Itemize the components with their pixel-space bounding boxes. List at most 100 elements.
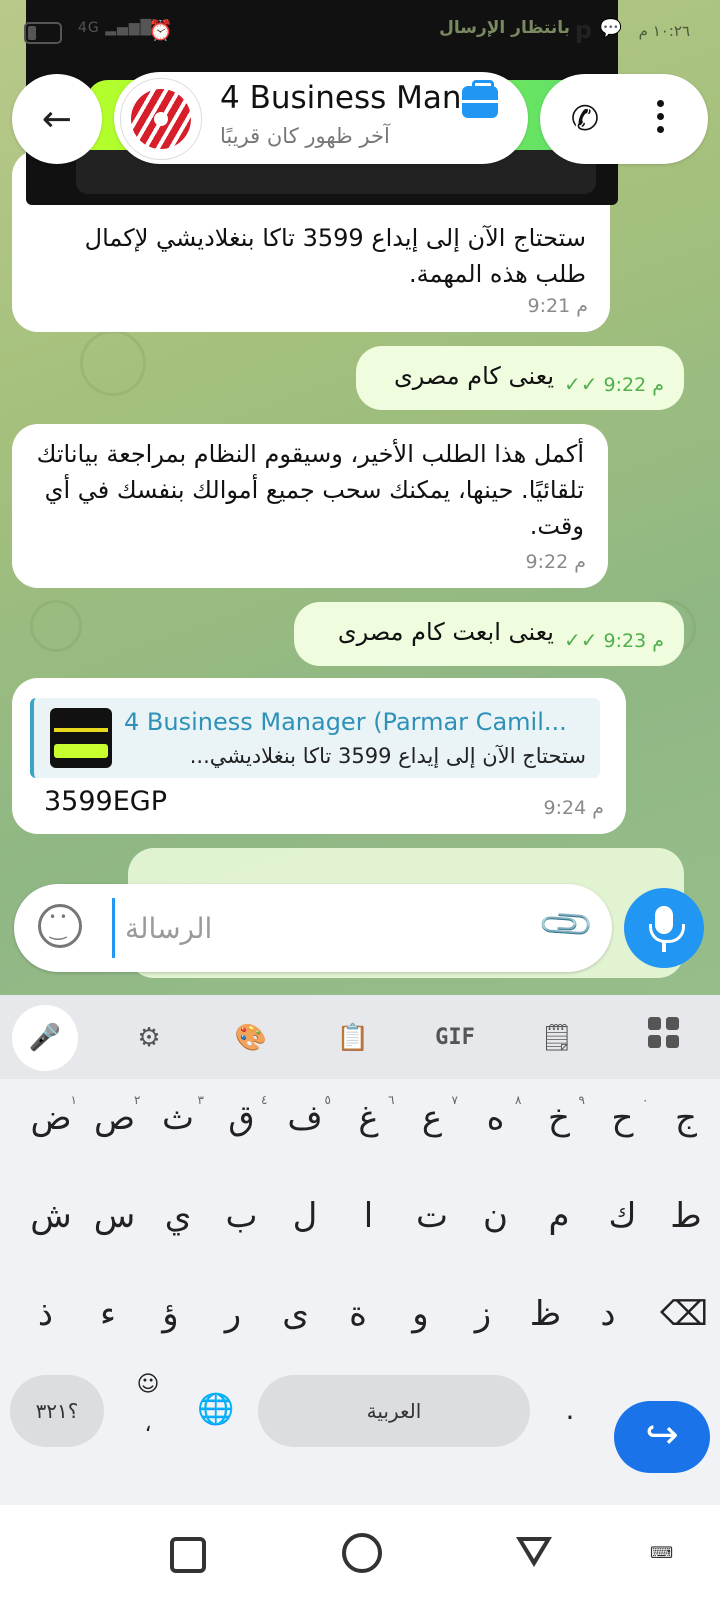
reply-quote[interactable]: 4 Business Manager (Parmar Camil... ستحت… [30,698,600,778]
message-bubble-incoming-reply[interactable]: 4 Business Manager (Parmar Camil... ستحت… [12,678,626,834]
message-input[interactable] [112,898,532,958]
waiting-label: بانتظار الإرسال [439,18,570,38]
chat-header[interactable]: 4 Business Manager آخر ظهور كان قريبًا [114,72,528,164]
key-hint: ٨ [515,1093,522,1107]
phone-icon: ✆ [570,99,600,139]
status-bar: 4G ▂▄▆█ ⏰ بانتظار الإرسال p 💬 ١٠:٢٦ م [0,8,720,54]
message-time-with-ticks: ✓✓ 9:23 م [564,622,664,659]
message-text: 3599EGP [44,786,167,817]
enter-key[interactable]: ↪ [614,1401,710,1473]
key[interactable]: ة [328,1279,388,1349]
avatar[interactable] [120,78,202,160]
key[interactable]: ك [593,1181,653,1251]
key[interactable]: غ٦ [339,1083,399,1153]
settings-gear-icon[interactable]: ⚙ [124,1013,174,1063]
key-hint: ٥ [324,1093,331,1107]
business-badge-icon [462,80,498,118]
key[interactable]: ع٧ [402,1083,462,1153]
message-bubble-outgoing[interactable]: يعنى كام مصرى ✓✓ 9:22 م [356,346,684,410]
navigation-bar: ⌨ [0,1505,720,1600]
key[interactable]: ي [148,1181,208,1251]
recent-apps-icon[interactable] [170,1537,206,1573]
key[interactable]: ؤ [141,1279,201,1349]
more-tools-grid-icon[interactable] [648,1017,684,1053]
emoji-button[interactable] [38,904,82,948]
battery-icon [24,22,62,44]
soft-keyboard: 🎤 ⚙ 🎨 📋 GIF 🗒 جح٠خ٩ه٨ع٧غ٦ف٥ق٤ث٣ص٢ض١ طكمن… [0,995,720,1505]
key[interactable]: ف٥ [275,1083,335,1153]
key[interactable]: خ٩ [529,1083,589,1153]
sticker-icon[interactable]: 🗒 [532,1013,582,1063]
voice-typing-mic-icon[interactable]: 🎤 [12,1005,78,1071]
key[interactable]: ظ [516,1279,576,1349]
smiley-icon: ☺ [136,1372,160,1397]
key[interactable]: م [529,1181,589,1251]
last-seen-status: آخر ظهور كان قريبًا [220,124,390,148]
key[interactable]: ر [203,1279,263,1349]
period-key[interactable]: . [540,1375,600,1445]
message-bubble-incoming[interactable]: أكمل هذا الطلب الأخير، وسيقوم النظام بمر… [12,424,608,588]
key[interactable]: س [85,1181,145,1251]
key-hint: ٧ [451,1093,458,1107]
key[interactable]: ء [78,1279,138,1349]
key[interactable]: ب [212,1181,272,1251]
key[interactable]: ض١ [21,1083,81,1153]
gif-button[interactable]: GIF [430,1013,480,1063]
chat-notification-icon: 💬 [599,18,622,39]
message-time: 9:24 م [543,797,604,819]
key[interactable]: ط [656,1181,716,1251]
key[interactable]: ذ [16,1279,76,1349]
comma-emoji-key[interactable]: ☺ ، [118,1365,178,1437]
key-hint: ١ [70,1093,77,1107]
key[interactable]: ث٣ [148,1083,208,1153]
background-doodle [80,330,146,396]
home-icon[interactable] [342,1533,382,1573]
call-button[interactable]: ✆ [560,94,610,144]
key[interactable]: ج [656,1083,716,1153]
key[interactable]: ل [275,1181,335,1251]
message-time: 9:21 م [527,295,588,317]
message-time: 9:22 م [603,374,664,396]
double-check-icon: ✓✓ [563,628,598,652]
back-button[interactable]: ← [12,74,102,164]
background-doodle [30,600,82,652]
message-time-with-ticks: ✓✓ 9:22 م [564,366,664,403]
header-actions: ✆ [540,74,708,164]
key[interactable]: ى [266,1279,326,1349]
key[interactable]: د [578,1279,638,1349]
backspace-key[interactable]: ⌫ [654,1279,714,1349]
key-hint: ٢ [134,1093,141,1107]
key[interactable]: ا [339,1181,399,1251]
signal-icon: 4G ▂▄▆█ [78,20,153,36]
key-hint: ٠ [642,1093,649,1107]
space-key[interactable]: العربية [258,1375,530,1447]
key[interactable]: ش [21,1181,81,1251]
keyboard-switch-icon[interactable]: ⌨ [650,1543,675,1562]
message-text: أكمل هذا الطلب الأخير، وسيقوم النظام بمر… [36,440,584,540]
theme-palette-icon[interactable]: 🎨 [226,1013,276,1063]
key[interactable]: ق٤ [212,1083,272,1153]
more-menu-button[interactable] [640,94,680,144]
alarm-icon: ⏰ [148,18,173,42]
key-hint: ٤ [261,1093,268,1107]
keyboard-toolbar: 🎤 ⚙ 🎨 📋 GIF 🗒 [0,995,720,1079]
key-hint: ٩ [578,1093,585,1107]
paperclip-icon[interactable]: 📎 [536,894,597,956]
message-text: يعنى ابعت كام مصرى [337,618,554,646]
key[interactable]: و [391,1279,451,1349]
key[interactable]: ص٢ [85,1083,145,1153]
key[interactable]: ز [453,1279,513,1349]
key[interactable]: ه٨ [466,1083,526,1153]
voice-record-button[interactable] [624,888,704,968]
globe-icon[interactable]: 🌐 [186,1375,246,1445]
network-type: 4G [78,20,100,36]
reply-snippet: ستحتاج الآن إلى إيداع 3599 تاكا بنغلاديش… [189,744,586,768]
key[interactable]: ح٠ [593,1083,653,1153]
key[interactable]: ن [466,1181,526,1251]
message-bubble-outgoing[interactable]: يعنى ابعت كام مصرى ✓✓ 9:23 م [294,602,684,666]
back-nav-icon[interactable] [516,1537,552,1567]
arrow-left-icon: ← [41,98,73,140]
key[interactable]: ت [402,1181,462,1251]
clipboard-icon[interactable]: 📋 [328,1013,378,1063]
symbols-key[interactable]: ؟٣٢١ [10,1375,104,1447]
